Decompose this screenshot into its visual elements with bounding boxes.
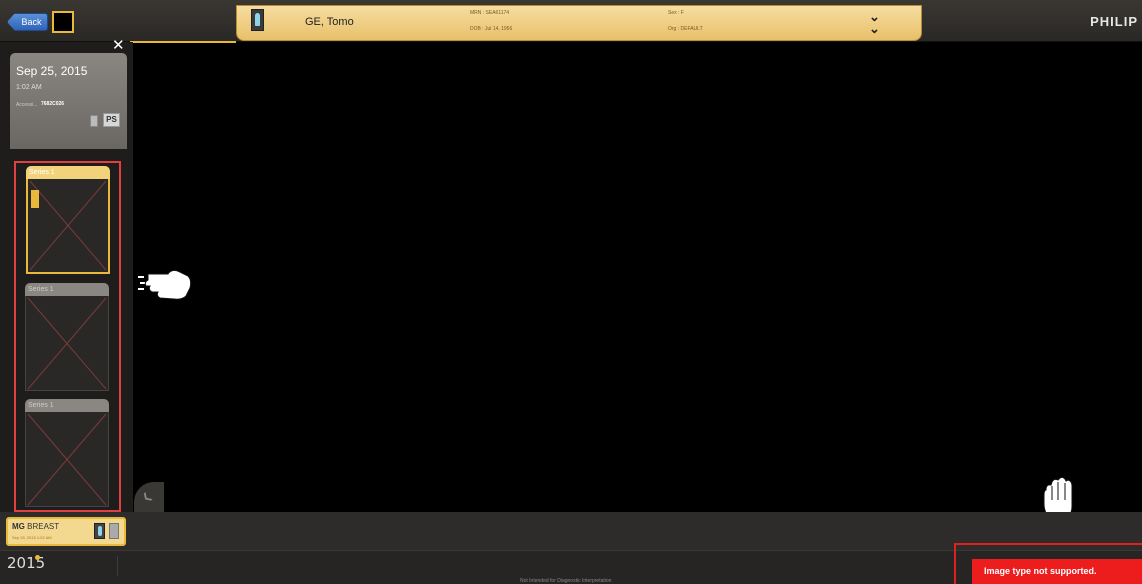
layout-swatch-button[interactable] (52, 11, 74, 33)
signal-icon: ❮ (140, 490, 155, 505)
study-date: Sep 25, 2015 (16, 64, 88, 78)
patient-mrn: MRN : SEA61174 (470, 10, 510, 16)
patient-sex: Sex : F (668, 10, 684, 16)
pointing-hand-icon (138, 269, 192, 300)
series-thumbnail[interactable]: Series 1 (25, 283, 109, 391)
selected-marker (31, 190, 39, 208)
footer-divider (117, 556, 118, 576)
study-chip-title: MG BREAST (12, 522, 60, 531)
series-preview (26, 179, 110, 274)
brand-logo: PHILIP (1090, 14, 1138, 29)
study-time: 1:02 AM (16, 84, 42, 91)
notification-dot (35, 555, 40, 560)
error-message-banner: Image type not supported. (972, 559, 1142, 584)
series-thumbnail[interactable]: Series 1 (26, 166, 110, 274)
series-preview (25, 296, 109, 391)
patient-org: Org : DEFAULT (668, 26, 703, 32)
series-label: Series 1 (26, 166, 110, 179)
patient-banner[interactable]: GE, Tomo MRN : SEA61174 DOB : Jul 14, 19… (236, 5, 922, 41)
series-label: Series 1 (25, 399, 109, 412)
accession-value: 7682C026 (41, 101, 65, 107)
missing-image-icon (27, 413, 107, 506)
back-button[interactable]: Back (7, 13, 48, 31)
double-chevron-down-icon[interactable]: ⌄ ⌄ (869, 10, 880, 35)
series-preview (25, 412, 109, 507)
diagnostic-disclaimer: Not Intended for Diagnostic Interpretati… (520, 578, 612, 584)
missing-image-icon (27, 297, 107, 390)
missing-image-icon (29, 180, 107, 271)
viewport-corner-tab[interactable]: ❮ (134, 482, 164, 512)
study-chip[interactable]: MG BREAST Sep 25, 2015 1:02 AM (6, 517, 126, 546)
patient-name: GE, Tomo (305, 16, 354, 28)
patient-body-icon (251, 9, 264, 31)
study-card[interactable]: Sep 25, 2015 1:02 AM Accessi... 7682C026… (10, 53, 127, 164)
accession-label: Accessi... (16, 102, 38, 108)
patient-dob: DOB : Jul 14, 1956 (470, 26, 513, 32)
series-thumbnail[interactable]: Series 1 (25, 399, 109, 507)
ps-button[interactable]: PS (103, 113, 120, 127)
document-icon (109, 523, 119, 539)
document-icon[interactable] (90, 115, 98, 127)
series-label: Series 1 (25, 283, 109, 296)
study-chip-subtitle: Sep 25, 2015 1:02 AM (12, 535, 52, 540)
top-toolbar: Back GE, Tomo MRN : SEA61174 DOB : Jul 1… (0, 0, 1142, 42)
toolbar-accent-line (130, 41, 236, 43)
patient-body-icon (94, 523, 105, 539)
close-sidebar-icon[interactable]: ✕ (112, 36, 125, 54)
